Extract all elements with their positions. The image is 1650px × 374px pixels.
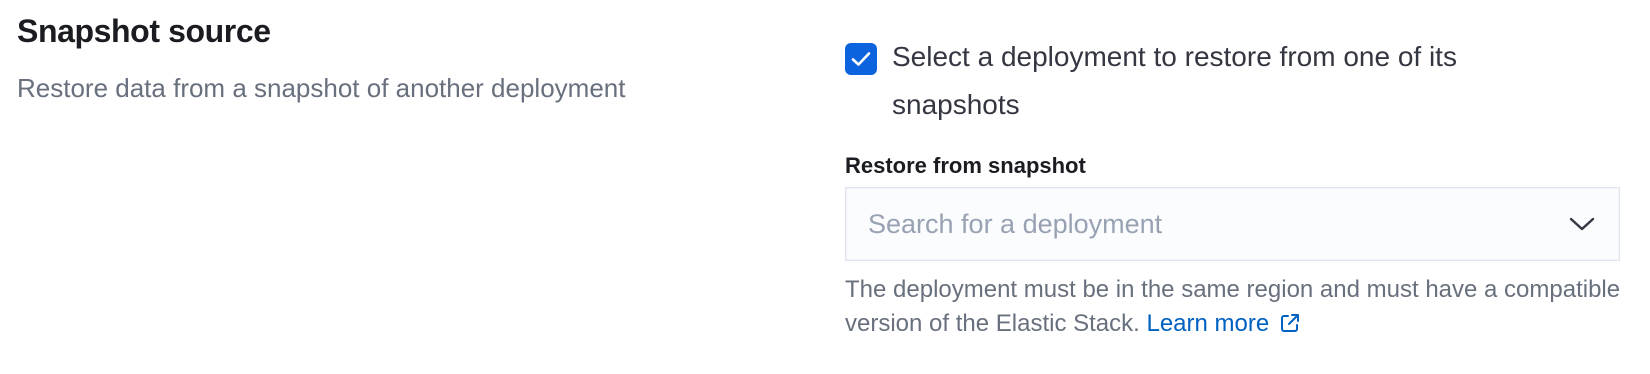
restore-field-label: Restore from snapshot (845, 153, 1086, 178)
section-header: Snapshot source Restore data from a snap… (17, 10, 777, 106)
restore-checkbox[interactable] (845, 43, 877, 75)
deployment-search-input[interactable] (846, 188, 1548, 260)
external-link-icon (1281, 314, 1300, 332)
section-description: Restore data from a snapshot of another … (17, 73, 626, 103)
section-title: Snapshot source (17, 13, 271, 49)
learn-more-label: Learn more (1146, 310, 1270, 337)
chevron-down-icon[interactable] (1569, 213, 1595, 235)
deployment-combobox[interactable] (845, 187, 1620, 261)
checkmark-icon (851, 52, 871, 66)
restore-form: Select a deployment to restore from one … (845, 41, 1625, 341)
restore-help-text: The deployment must be in the same regio… (845, 273, 1625, 341)
restore-checkbox-label[interactable]: Select a deployment to restore from one … (892, 33, 1542, 129)
restore-checkbox-row[interactable]: Select a deployment to restore from one … (845, 41, 1625, 129)
learn-more-link[interactable]: Learn more (1146, 310, 1301, 337)
